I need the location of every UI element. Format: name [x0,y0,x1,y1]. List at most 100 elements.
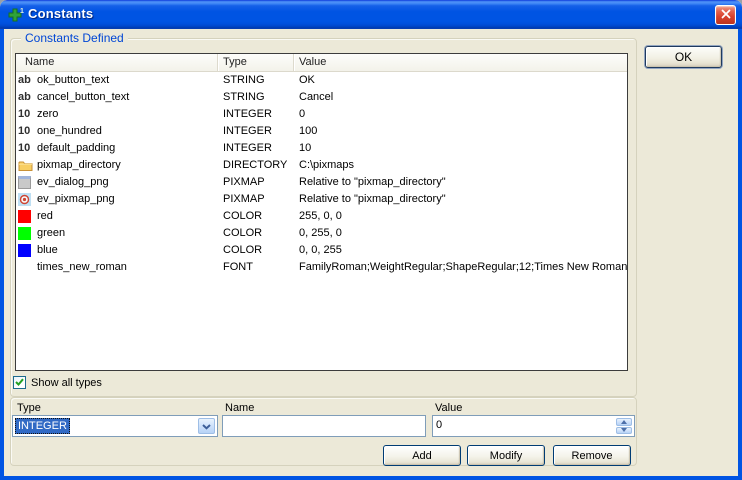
constant-name: default_padding [37,140,115,157]
type-field-label: Type [17,402,41,414]
constants-dialog: 1 Constants OK Constants Defined Name Ty… [0,0,742,480]
constant-value: OK [294,72,627,89]
ab-icon: ab [18,73,37,88]
groupbox-title: Constants Defined [21,31,128,45]
constant-value: 255, 0, 0 [294,208,627,225]
constant-type: FONT [218,259,294,276]
no-icon [18,260,37,275]
constant-name: red [37,208,53,225]
dialog-pixmap-icon [18,175,37,190]
table-row[interactable]: ev_pixmap_png PIXMAP Relative to "pixmap… [16,191,627,208]
chevron-down-icon [202,417,211,435]
table-row[interactable]: times_new_roman FONT FamilyRoman;WeightR… [16,259,627,276]
name-input[interactable] [222,415,426,437]
window-border [738,29,742,480]
constant-name: green [37,225,65,242]
list-header: Name Type Value [16,54,627,72]
constant-type: COLOR [218,242,294,259]
table-row[interactable]: 10 one_hundred INTEGER 100 [16,123,627,140]
constant-value: 0 [294,106,627,123]
constant-name: one_hundred [37,123,102,140]
constant-value: Relative to "pixmap_directory" [294,174,627,191]
arrow-down-icon [621,428,627,432]
constant-type: INTEGER [218,123,294,140]
column-header-type[interactable]: Type [218,54,294,71]
constant-value: Relative to "pixmap_directory" [294,191,627,208]
column-header-value[interactable]: Value [294,54,627,71]
dialog-client-area: OK Constants Defined Name Type Value ab … [4,29,738,476]
constant-value: Cancel [294,89,627,106]
table-row[interactable]: 10 default_padding INTEGER 10 [16,140,627,157]
value-spinbox[interactable]: 0 [432,415,635,437]
table-row[interactable]: red COLOR 255, 0, 0 [16,208,627,225]
value-field-label: Value [435,402,462,414]
globe-pixmap-icon [18,192,37,207]
plus-one-icon: 1 [8,6,25,23]
close-icon [721,6,731,24]
constant-value: 10 [294,140,627,157]
window-border [0,476,742,480]
constant-type: PIXMAP [218,191,294,208]
constants-list[interactable]: Name Type Value ab ok_button_text STRING… [15,53,628,371]
show-all-types-label: Show all types [31,377,102,389]
color-swatch-icon [18,226,37,241]
ten-icon: 10 [18,107,37,122]
ok-button[interactable]: OK [645,46,722,68]
constant-name: ev_pixmap_png [37,191,115,208]
arrow-up-icon [621,420,627,424]
table-row[interactable]: ab ok_button_text STRING OK [16,72,627,89]
table-row[interactable]: 10 zero INTEGER 0 [16,106,627,123]
name-field-label: Name [225,402,254,414]
constant-value: 0, 255, 0 [294,225,627,242]
spin-down-button[interactable] [616,427,632,435]
constant-value: 100 [294,123,627,140]
folder-icon [18,158,37,173]
ten-icon: 10 [18,141,37,156]
spinner-buttons [616,418,632,434]
constant-name: pixmap_directory [37,157,121,174]
table-body: ab ok_button_text STRING OK ab cancel_bu… [16,72,627,276]
modify-button[interactable]: Modify [467,445,545,466]
constant-name: blue [37,242,58,259]
table-row[interactable]: green COLOR 0, 255, 0 [16,225,627,242]
table-row[interactable]: ab cancel_button_text STRING Cancel [16,89,627,106]
titlebar[interactable]: 1 Constants [0,0,742,29]
close-button[interactable] [715,5,736,25]
constant-value: 0, 0, 255 [294,242,627,259]
checkmark-icon [15,378,24,387]
table-row[interactable]: pixmap_directory DIRECTORY C:\pixmaps [16,157,627,174]
constant-type: INTEGER [218,106,294,123]
type-combobox-selected-value: INTEGER [15,418,70,434]
constant-type: STRING [218,72,294,89]
ab-icon: ab [18,90,37,105]
column-header-name[interactable]: Name [16,54,218,71]
constant-name: zero [37,106,58,123]
constant-name: times_new_roman [37,259,127,276]
add-button[interactable]: Add [383,445,461,466]
show-all-types-row: Show all types [13,376,102,389]
remove-button[interactable]: Remove [553,445,631,466]
ten-icon: 10 [18,124,37,139]
color-swatch-icon [18,209,37,224]
show-all-types-checkbox[interactable] [13,376,26,389]
constant-type: DIRECTORY [218,157,294,174]
constant-name: ev_dialog_png [37,174,109,191]
constant-type: COLOR [218,225,294,242]
constant-name: cancel_button_text [37,89,129,106]
constant-name: ok_button_text [37,72,109,89]
combobox-dropdown-button[interactable] [198,418,215,434]
spin-up-button[interactable] [616,418,632,426]
constant-value: C:\pixmaps [294,157,627,174]
color-swatch-icon [18,243,37,258]
constant-type: PIXMAP [218,174,294,191]
value-spinbox-value: 0 [436,419,442,431]
constant-type: COLOR [218,208,294,225]
svg-text:1: 1 [20,8,24,15]
table-row[interactable]: blue COLOR 0, 0, 255 [16,242,627,259]
table-row[interactable]: ev_dialog_png PIXMAP Relative to "pixmap… [16,174,627,191]
constant-value: FamilyRoman;WeightRegular;ShapeRegular;1… [294,259,627,276]
type-combobox[interactable]: INTEGER [12,415,218,437]
constant-type: INTEGER [218,140,294,157]
constant-type: STRING [218,89,294,106]
window-title: Constants [28,6,93,21]
